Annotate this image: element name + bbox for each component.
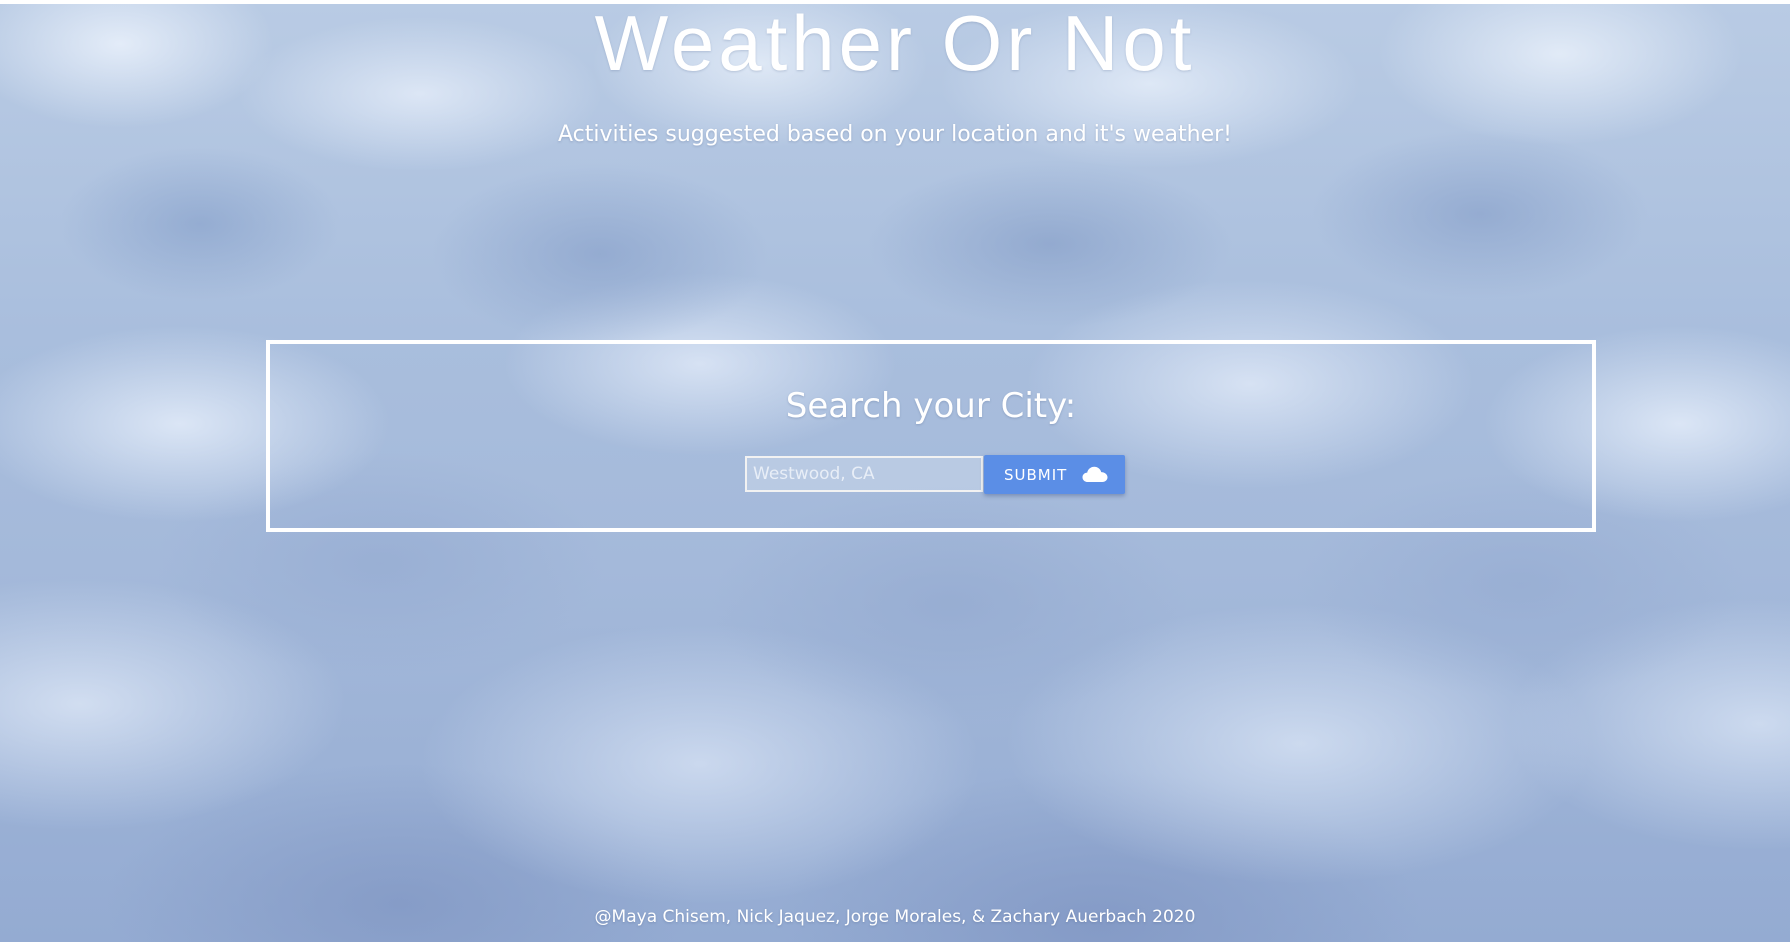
search-panel: Search your City: SUBMIT [266, 340, 1596, 532]
page: Weather Or Not Activities suggested base… [0, 0, 1790, 942]
search-heading: Search your City: [785, 386, 1077, 426]
cloud-icon [1082, 466, 1108, 482]
submit-button[interactable]: SUBMIT [984, 455, 1125, 494]
page-title: Weather Or Not [594, 0, 1196, 87]
submit-button-label: SUBMIT [1004, 466, 1068, 484]
footer-credits: @Maya Chisem, Nick Jaquez, Jorge Morales… [594, 907, 1196, 927]
city-search-input[interactable] [745, 456, 983, 492]
page-subtitle: Activities suggested based on your locat… [558, 122, 1232, 147]
